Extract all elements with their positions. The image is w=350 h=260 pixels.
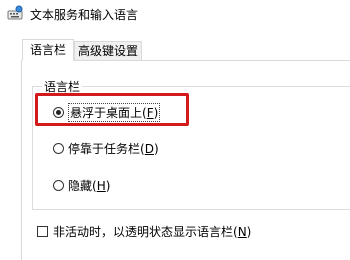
checkbox-transparent-label: 非活动时，以透明状态显示语言栏(N) <box>53 224 252 239</box>
radio-hidden-label: 隐藏(H) <box>68 178 111 193</box>
tab-language-bar[interactable]: 语言栏 <box>22 39 74 61</box>
checkbox[interactable] <box>37 225 48 237</box>
window-title: 文本服务和输入语言 <box>30 8 139 22</box>
radio-hidden[interactable]: 隐藏(H) <box>53 176 110 194</box>
radio-button[interactable] <box>53 179 64 191</box>
checkbox-transparent-inactive[interactable]: 非活动时，以透明状态显示语言栏(N) <box>37 222 251 240</box>
red-highlight-box <box>35 93 189 126</box>
tab-page-border <box>21 61 22 260</box>
title-bar: 文本服务和输入语言 <box>0 0 350 28</box>
tab-advanced-key-settings[interactable]: 高级键设置 <box>74 41 142 61</box>
radio-button[interactable] <box>53 142 64 154</box>
radio-dock-label: 停靠于任务栏(D) <box>68 141 159 156</box>
radio-dock-taskbar[interactable]: 停靠于任务栏(D) <box>53 139 159 157</box>
keyboard-language-icon <box>7 5 23 20</box>
